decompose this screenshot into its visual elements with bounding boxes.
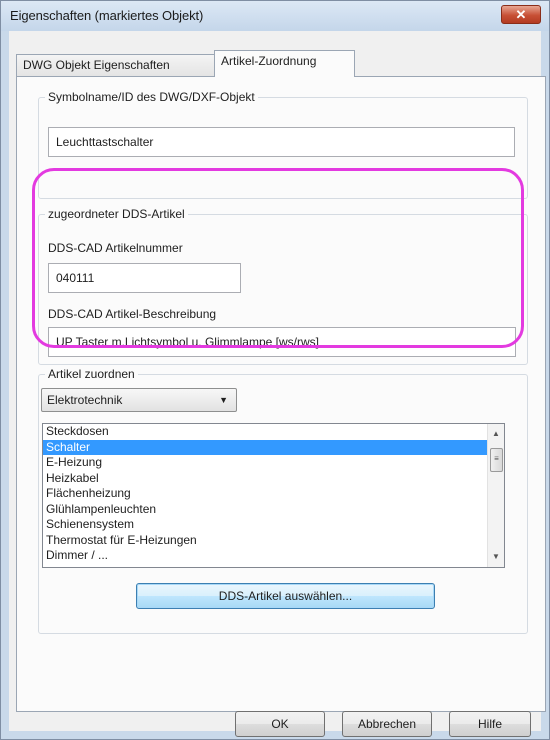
close-icon: ✕ xyxy=(515,7,527,22)
close-button[interactable]: ✕ xyxy=(501,5,541,24)
scroll-up-icon[interactable]: ▲ xyxy=(488,426,504,442)
chevron-down-icon: ▼ xyxy=(219,395,228,405)
symbol-group-legend: Symbolname/ID des DWG/DXF-Objekt xyxy=(45,90,258,105)
window-title: Eigenschaften (markiertes Objekt) xyxy=(10,8,204,23)
list-item-selected[interactable]: Schalter xyxy=(43,439,504,455)
cancel-button[interactable]: Abbrechen xyxy=(342,711,432,737)
list-item[interactable]: Flächenheizung xyxy=(43,486,504,502)
help-button[interactable]: Hilfe xyxy=(449,711,531,737)
select-dds-article-button[interactable]: DDS-Artikel auswählen... xyxy=(136,583,435,609)
list-item[interactable]: E-Heizung xyxy=(43,455,504,471)
list-scrollbar[interactable]: ▲ ≡ ▼ xyxy=(487,424,504,567)
list-item[interactable]: Schienensystem xyxy=(43,517,504,533)
ok-button[interactable]: OK xyxy=(235,711,325,737)
list-item[interactable]: Dimmer / ... xyxy=(43,548,504,564)
highlight-outline xyxy=(32,168,524,348)
category-listbox[interactable]: Steckdosen Schalter E-Heizung Heizkabel … xyxy=(42,423,505,568)
category-dropdown[interactable]: Elektrotechnik ▼ xyxy=(41,388,237,412)
properties-dialog: Eigenschaften (markiertes Objekt) ✕ DWG … xyxy=(0,0,550,740)
list-item[interactable]: Steckdosen xyxy=(43,424,504,440)
symbol-name-field[interactable]: Leuchttastschalter xyxy=(48,127,515,157)
title-bar[interactable]: Eigenschaften (markiertes Objekt) ✕ xyxy=(1,1,549,31)
list-item[interactable]: Thermostat für E-Heizungen xyxy=(43,533,504,549)
list-item[interactable]: Heizkabel xyxy=(43,471,504,487)
list-item[interactable]: Glühlampenleuchten xyxy=(43,502,504,518)
dialog-client-area: DWG Objekt Eigenschaften Artikel-Zuordnu… xyxy=(9,31,546,737)
scroll-down-icon[interactable]: ▼ xyxy=(488,549,504,565)
assign-article-group-legend: Artikel zuordnen xyxy=(45,367,138,382)
tab-article-assignment[interactable]: Artikel-Zuordnung xyxy=(214,50,355,77)
scroll-thumb[interactable]: ≡ xyxy=(490,448,503,472)
category-selected-value: Elektrotechnik xyxy=(47,393,123,407)
tab-dwg-object-properties[interactable]: DWG Objekt Eigenschaften xyxy=(16,54,216,76)
